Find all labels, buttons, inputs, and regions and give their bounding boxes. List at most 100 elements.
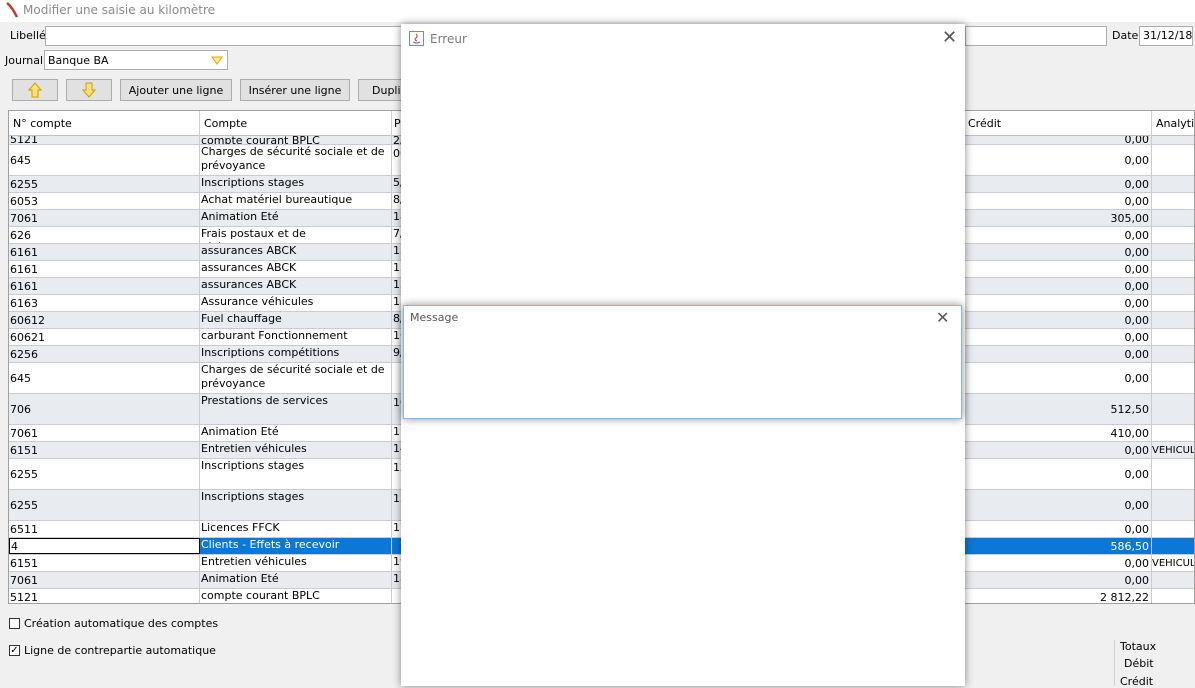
cell-analytique[interactable]: VEHICULI xyxy=(1152,555,1194,571)
cell-analytique[interactable] xyxy=(1152,459,1194,489)
add-line-button[interactable]: Ajouter une ligne xyxy=(120,79,232,101)
cell-compte[interactable]: Frais postaux et de télécommunications xyxy=(200,227,392,243)
cell-analytique[interactable] xyxy=(1152,363,1194,393)
cell-analytique[interactable] xyxy=(1152,176,1194,192)
header-credit[interactable]: Crédit xyxy=(964,111,1152,136)
move-up-button[interactable] xyxy=(12,79,58,101)
cell-credit[interactable]: 0,00 xyxy=(964,261,1152,277)
cell-num-compte[interactable]: 6053 xyxy=(9,193,200,209)
cell-num-compte[interactable]: 6161 xyxy=(9,261,200,277)
cell-analytique[interactable] xyxy=(1152,425,1194,441)
cell-num-compte[interactable]: 6511 xyxy=(9,521,200,537)
header-num-compte[interactable]: N° compte xyxy=(9,111,200,136)
cell-analytique[interactable] xyxy=(1152,295,1194,311)
cell-analytique[interactable] xyxy=(1152,312,1194,328)
cell-num-compte[interactable]: 706 xyxy=(9,394,200,424)
date-field[interactable]: 31/12/18 xyxy=(1139,26,1193,46)
cell-credit[interactable]: 0,00 xyxy=(964,490,1152,520)
cell-compte[interactable]: Inscriptions compétitions xyxy=(200,346,392,362)
close-icon[interactable]: ✕ xyxy=(942,29,957,47)
cell-num-compte[interactable]: 6255 xyxy=(9,176,200,192)
cell-analytique[interactable] xyxy=(1152,346,1194,362)
cell-num-compte[interactable]: 645 xyxy=(9,363,200,393)
cell-analytique[interactable] xyxy=(1152,589,1194,603)
cell-analytique[interactable]: VEHICULI xyxy=(1152,442,1194,458)
cell-compte[interactable]: Achat matériel bureautique xyxy=(200,193,392,209)
auto-counterpart-option[interactable]: ✓ Ligne de contrepartie automatique xyxy=(9,644,216,657)
cell-analytique[interactable] xyxy=(1152,261,1194,277)
header-analytique[interactable]: Analytiq xyxy=(1152,111,1194,136)
insert-line-button[interactable]: Insérer une ligne xyxy=(240,79,350,101)
cell-num-compte[interactable]: 60612 xyxy=(9,312,200,328)
cell-compte[interactable]: Clients - Effets à recevoir xyxy=(200,538,392,554)
cell-num-compte[interactable]: 6255 xyxy=(9,490,200,520)
cell-credit[interactable]: 0,00 xyxy=(964,572,1152,588)
cell-credit[interactable]: 0,00 xyxy=(964,363,1152,393)
cell-compte[interactable]: Charges de sécurité sociale et de prévoy… xyxy=(200,145,392,175)
cell-num-compte[interactable]: 6161 xyxy=(9,278,200,294)
cell-credit[interactable]: 0,00 xyxy=(964,555,1152,571)
cell-analytique[interactable] xyxy=(1152,394,1194,424)
libelle-input-right[interactable] xyxy=(965,26,1107,46)
cell-credit[interactable]: 2 812,22 xyxy=(964,589,1152,603)
cell-compte[interactable]: Charges de sécurité sociale et de prévoy… xyxy=(200,363,392,393)
cell-credit[interactable]: 0,00 xyxy=(964,459,1152,489)
cell-analytique[interactable] xyxy=(1152,210,1194,226)
cell-compte[interactable]: carburant Fonctionnement xyxy=(200,329,392,345)
cell-num-compte[interactable]: 626 xyxy=(9,227,200,243)
cell-credit[interactable]: 0,00 xyxy=(964,145,1152,175)
cell-compte[interactable]: Fuel chauffage xyxy=(200,312,392,328)
cell-credit[interactable]: 0,00 xyxy=(964,295,1152,311)
move-down-button[interactable] xyxy=(66,79,112,101)
cell-num-compte[interactable]: 7061 xyxy=(9,210,200,226)
cell-analytique[interactable] xyxy=(1152,136,1194,144)
auto-accounts-option[interactable]: Création automatique des comptes xyxy=(9,617,218,630)
cell-credit[interactable]: 0,00 xyxy=(964,278,1152,294)
cell-credit[interactable]: 512,50 xyxy=(964,394,1152,424)
cell-credit[interactable]: 0,00 xyxy=(964,136,1152,144)
auto-accounts-checkbox[interactable] xyxy=(9,618,20,629)
cell-num-compte[interactable]: 6151 xyxy=(9,442,200,458)
cell-compte[interactable]: Animation Eté xyxy=(200,572,392,588)
cell-credit[interactable]: 0,00 xyxy=(964,346,1152,362)
cell-analytique[interactable] xyxy=(1152,329,1194,345)
cell-analytique[interactable] xyxy=(1152,145,1194,175)
cell-num-compte[interactable]: 4 xyxy=(9,538,200,554)
cell-num-compte[interactable]: 6255 xyxy=(9,459,200,489)
cell-credit[interactable]: 0,00 xyxy=(964,329,1152,345)
cell-credit[interactable]: 0,00 xyxy=(964,442,1152,458)
cell-num-compte[interactable]: 6161 xyxy=(9,244,200,260)
cell-compte[interactable]: Animation Eté xyxy=(200,425,392,441)
cell-compte[interactable]: Inscriptions stages xyxy=(200,459,392,489)
cell-credit[interactable]: 305,00 xyxy=(964,210,1152,226)
cell-num-compte[interactable]: 6151 xyxy=(9,555,200,571)
cell-credit[interactable]: 0,00 xyxy=(964,176,1152,192)
cell-analytique[interactable] xyxy=(1152,490,1194,520)
cell-credit[interactable]: 0,00 xyxy=(964,312,1152,328)
cell-analytique[interactable] xyxy=(1152,572,1194,588)
cell-compte[interactable]: Prestations de services xyxy=(200,394,392,424)
cell-num-compte[interactable]: 5121 xyxy=(9,589,200,603)
close-icon[interactable]: ✕ xyxy=(936,309,949,327)
cell-num-compte[interactable]: 7061 xyxy=(9,572,200,588)
cell-num-compte[interactable]: 7061 xyxy=(9,425,200,441)
journal-select[interactable]: Banque BA xyxy=(44,50,228,70)
cell-compte[interactable]: Assurance véhicules xyxy=(200,295,392,311)
cell-num-compte[interactable]: 6256 xyxy=(9,346,200,362)
cell-num-compte[interactable]: 6163 xyxy=(9,295,200,311)
cell-compte[interactable]: Licences FFCK xyxy=(200,521,392,537)
cell-compte[interactable]: Entretien véhicules xyxy=(200,555,392,571)
cell-analytique[interactable] xyxy=(1152,227,1194,243)
cell-credit[interactable]: 586,50 xyxy=(964,538,1152,554)
cell-compte[interactable]: assurances ABCK xyxy=(200,261,392,277)
cell-compte[interactable]: assurances ABCK xyxy=(200,278,392,294)
cell-analytique[interactable] xyxy=(1152,193,1194,209)
cell-credit[interactable]: 0,00 xyxy=(964,521,1152,537)
cell-compte[interactable]: assurances ABCK xyxy=(200,244,392,260)
cell-num-compte[interactable]: 645 xyxy=(9,145,200,175)
libelle-input[interactable] xyxy=(45,26,405,46)
cell-compte[interactable]: Inscriptions stages xyxy=(200,176,392,192)
cell-credit[interactable]: 0,00 xyxy=(964,227,1152,243)
cell-credit[interactable]: 0,00 xyxy=(964,193,1152,209)
cell-compte[interactable]: Entretien véhicules xyxy=(200,442,392,458)
